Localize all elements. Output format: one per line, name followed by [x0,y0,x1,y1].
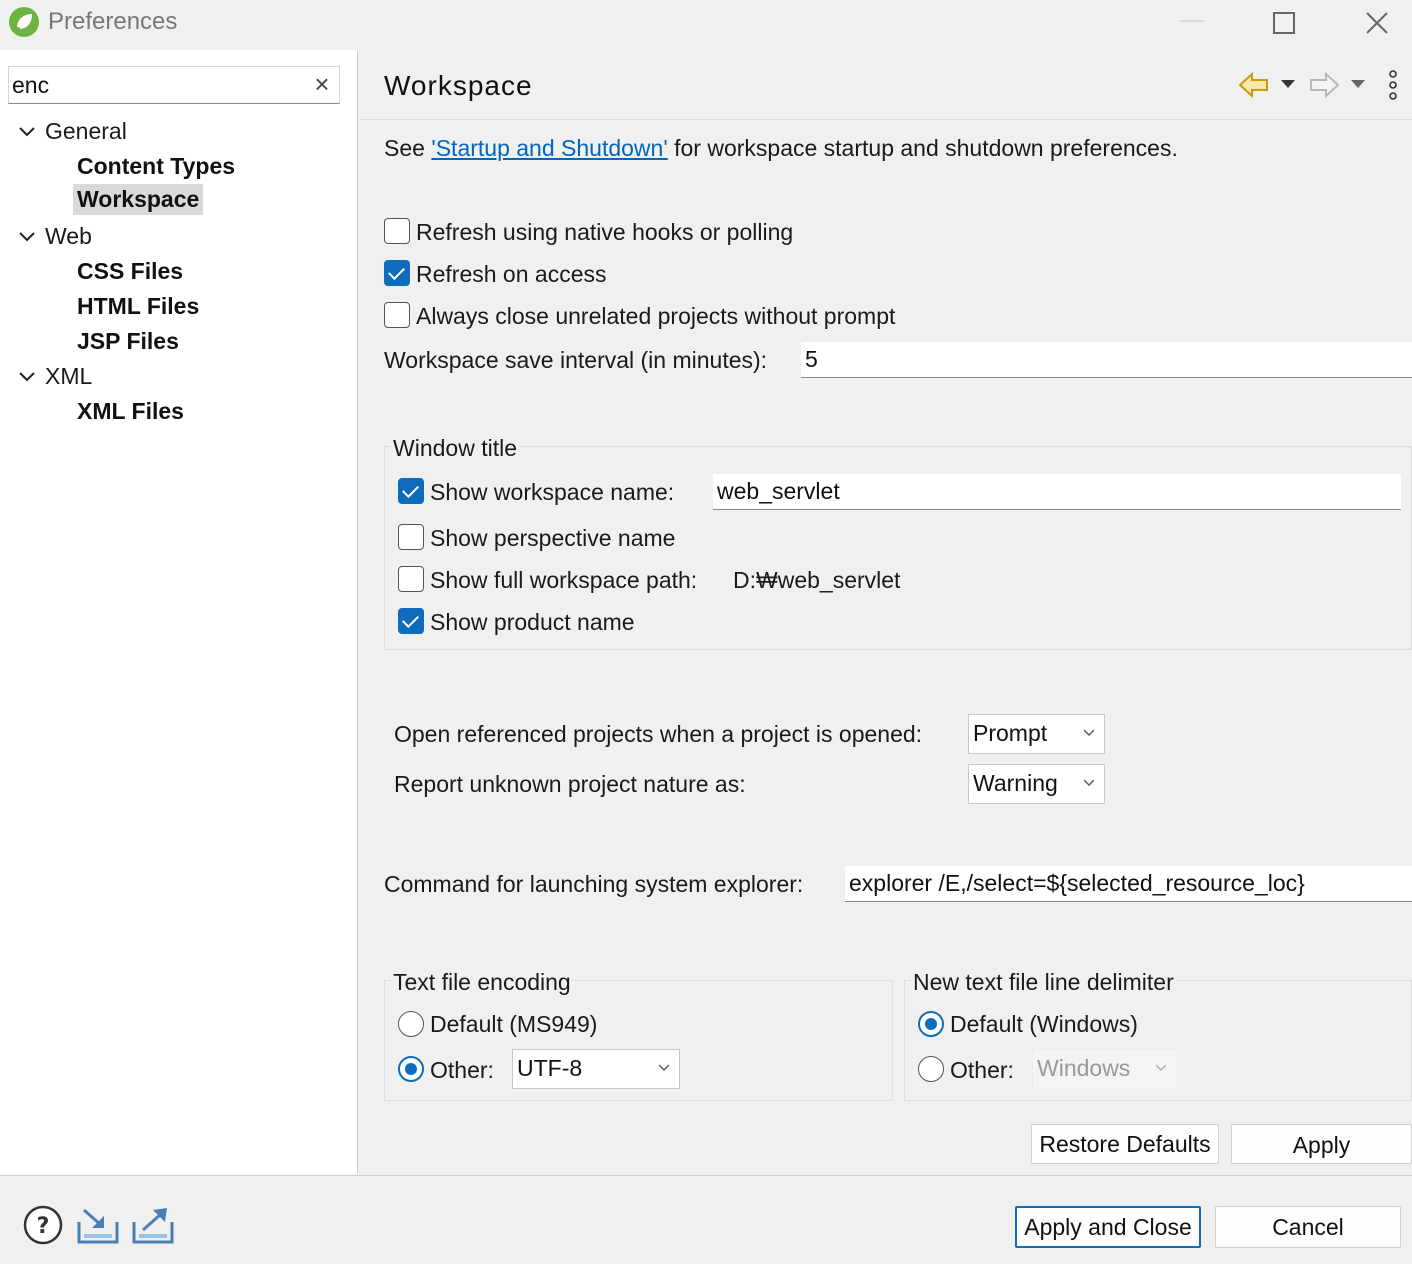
refresh-on-access-label: Refresh on access [416,261,607,287]
filter-input[interactable] [12,70,302,100]
show-product-name-label: Show product name [430,609,635,635]
tree-item-css-files[interactable]: CSS Files [73,256,187,287]
tree-group-general[interactable]: General [45,118,127,145]
intro-prefix: See [384,135,425,161]
chevron-down-icon [1156,1064,1166,1071]
chevron-down-icon [1084,729,1094,736]
encoding-default-radio[interactable] [398,1011,424,1037]
line-delimiter-group-label: New text file line delimiter [911,969,1176,996]
text-encoding-group-label: Text file encoding [391,969,573,996]
full-path-value: D:₩web_servlet [733,567,901,593]
show-perspective-name-label: Show perspective name [430,525,676,551]
chevron-down-icon [1084,779,1094,786]
refresh-native-label: Refresh using native hooks or polling [416,219,794,245]
help-icon[interactable]: ? [22,1204,64,1246]
save-interval-input[interactable] [801,342,1412,378]
forward-arrow-icon[interactable] [1308,72,1340,98]
tree-item-html-files[interactable]: HTML Files [73,291,203,322]
chevron-down-icon [659,1064,669,1071]
tree-item-jsp-files[interactable]: JSP Files [73,326,183,357]
window-title: Preferences [48,8,178,35]
show-product-name-checkbox[interactable] [398,608,424,634]
always-close-label: Always close unrelated projects without … [416,303,896,329]
delimiter-other-label: Other: [950,1057,1014,1083]
apply-button[interactable]: Apply [1231,1124,1412,1164]
encoding-other-label: Other: [430,1057,494,1083]
import-preferences-icon[interactable] [76,1206,120,1246]
spring-leaf-icon [9,7,39,37]
close-window-button[interactable] [1362,6,1392,40]
maximize-button[interactable] [1273,12,1295,34]
chevron-down-icon[interactable] [18,228,36,246]
save-interval-label: Workspace save interval (in minutes): [384,347,768,373]
delimiter-default-radio[interactable] [918,1011,944,1037]
delimiter-combo: Windows [1032,1049,1177,1089]
preference-tree-pane [0,50,358,1174]
report-unknown-value: Warning [973,770,1058,796]
always-close-checkbox[interactable] [384,302,410,328]
show-full-path-label: Show full workspace path: [430,567,698,593]
tree-item-workspace[interactable]: Workspace [73,184,204,215]
title-bar [0,0,1412,50]
encoding-combo[interactable]: UTF-8 [512,1049,680,1089]
show-full-path-checkbox[interactable] [398,566,424,592]
show-perspective-name-checkbox[interactable] [398,524,424,550]
encoding-other-radio[interactable] [398,1056,424,1082]
show-workspace-name-label: Show workspace name: [430,479,675,505]
refresh-on-access-checkbox[interactable] [384,260,410,286]
chevron-down-icon[interactable] [18,123,36,141]
page-title: Workspace [384,70,533,101]
explorer-command-label: Command for launching system explorer: [384,871,804,897]
tree-item-content-types[interactable]: Content Types [73,151,239,182]
back-arrow-icon[interactable] [1238,72,1270,98]
report-unknown-combo[interactable]: Warning [968,764,1105,804]
clear-filter-icon[interactable]: × [312,70,332,98]
back-history-dropdown-icon[interactable] [1280,78,1296,90]
explorer-command-input[interactable] [845,866,1412,902]
tree-item-xml-files[interactable]: XML Files [73,396,188,427]
open-referenced-label: Open referenced projects when a project … [394,721,923,747]
window-title-group-label: Window title [391,435,519,462]
cancel-button[interactable]: Cancel [1215,1206,1401,1248]
restore-defaults-button[interactable]: Restore Defaults [1031,1124,1219,1164]
encoding-default-label: Default (MS949) [430,1011,598,1037]
open-referenced-combo[interactable]: Prompt [968,714,1105,754]
apply-and-close-button[interactable]: Apply and Close [1015,1206,1201,1248]
intro-suffix: for workspace startup and shutdown prefe… [674,135,1178,161]
show-workspace-name-checkbox[interactable] [398,478,424,504]
intro-text: See 'Startup and Shutdown' for workspace… [384,135,1178,162]
chevron-down-icon[interactable] [18,368,36,386]
export-preferences-icon[interactable] [131,1206,175,1246]
tree-group-web[interactable]: Web [45,223,92,250]
encoding-value: UTF-8 [517,1055,583,1081]
tree-group-xml[interactable]: XML [45,363,92,390]
svg-text:?: ? [37,1214,50,1239]
workspace-name-input[interactable] [713,474,1401,510]
minimize-button[interactable] [1180,20,1204,22]
startup-shutdown-link[interactable]: 'Startup and Shutdown' [431,135,667,161]
open-referenced-value: Prompt [973,720,1048,746]
refresh-native-checkbox[interactable] [384,218,410,244]
delimiter-other-radio[interactable] [918,1056,944,1082]
delimiter-value: Windows [1037,1055,1131,1081]
forward-history-dropdown-icon[interactable] [1350,78,1366,90]
report-unknown-label: Report unknown project nature as: [394,771,746,797]
view-menu-icon[interactable] [1386,70,1400,100]
delimiter-default-label: Default (Windows) [950,1011,1138,1037]
